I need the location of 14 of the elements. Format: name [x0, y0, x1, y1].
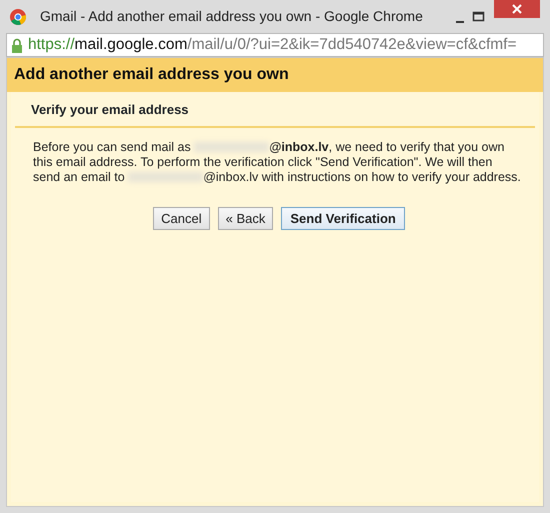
- chrome-logo-icon: [10, 8, 26, 24]
- maximize-icon: [472, 11, 486, 24]
- address-bar[interactable]: https://mail.google.com/mail/u/0/?ui=2&ik=7dd540742e&view=cf&cfmf=: [6, 33, 544, 57]
- window-title: Gmail - Add another email address you own - Google Chrome: [40, 7, 423, 26]
- dialog-title: Add another email address you own: [7, 58, 543, 92]
- dialog-button[interactable]: Cancel: [153, 206, 210, 230]
- close-button[interactable]: [494, 0, 540, 18]
- dialog-button[interactable]: « Back: [218, 206, 274, 230]
- section-heading: Verify your email address: [15, 92, 535, 128]
- send-verification-button[interactable]: Send Verification: [281, 206, 405, 230]
- verification-message: Before you can send mail as @inbox.lv, we need to verify that you own this email address. To perform the verification click "Send Verification". We will then send an email to @inbox.lv with instructions on how to verify your address.: [32, 138, 522, 184]
- minimize-icon: [456, 20, 464, 22]
- close-icon: [511, 3, 523, 16]
- padlock-icon: [11, 38, 23, 52]
